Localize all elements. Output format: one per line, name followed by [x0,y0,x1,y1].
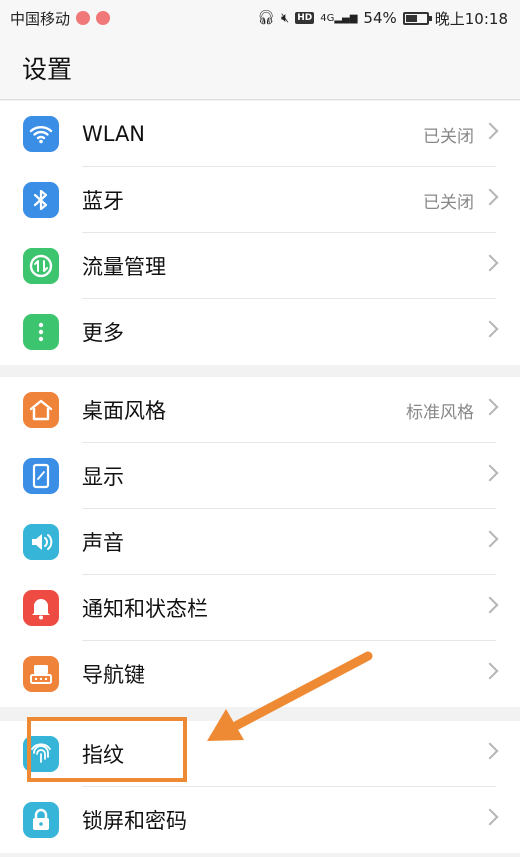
settings-row-data-usage[interactable]: 流量管理 [0,233,520,299]
chevron-right-icon [481,808,499,826]
page-header: 设置 [0,36,520,100]
settings-row-home[interactable]: 桌面风格 标准风格 [0,377,520,443]
settings-row-wifi[interactable]: WLAN 已关闭 [0,101,520,167]
settings-row-label: 流量管理 [82,255,166,279]
clock: 晚上10:18 [434,9,508,28]
display-icon [23,458,59,494]
app-notification-icon [96,11,111,25]
settings-row-label: 更多 [82,321,124,345]
settings-row-label: 桌面风格 [82,399,166,423]
settings-group-connectivity: WLAN 已关闭 蓝牙 已关闭 流量管理 更多 [0,101,520,365]
settings-row-label: 蓝牙 [82,189,124,213]
settings-row-value: 已关闭 [423,126,474,147]
settings-row-display[interactable]: 显示 [0,443,520,509]
settings-group-security: 指纹 锁屏和密码 [0,721,520,853]
settings-row-label: 导航键 [82,663,145,687]
settings-row-navigation-key[interactable]: 导航键 [0,641,520,707]
page-title: 设置 [22,54,73,84]
status-bar: 中国移动 🎧︎ 🔇︎ HD 4G▂▄▆ 54% 晚上10:18 [0,0,520,36]
lock-icon [23,802,59,838]
sound-icon [23,524,59,560]
bell-icon [23,590,59,626]
chevron-right-icon [481,398,499,416]
settings-row-value: 已关闭 [423,192,474,213]
chevron-right-icon [481,742,499,760]
settings-row-bluetooth[interactable]: 蓝牙 已关闭 [0,167,520,233]
chevron-right-icon [481,188,499,206]
settings-row-value: 标准风格 [406,402,474,423]
chevron-right-icon [481,530,499,548]
fingerprint-icon [23,736,59,772]
settings-row-label: 指纹 [82,743,124,767]
wifi-icon [23,116,59,152]
chevron-right-icon [481,596,499,614]
settings-row-label: 显示 [82,465,124,489]
signal-icon: 4G▂▄▆ [320,12,358,24]
hd-icon: HD [295,12,315,24]
settings-row-more[interactable]: 更多 [0,299,520,365]
data-usage-icon [23,248,59,284]
chevron-right-icon [481,320,499,338]
settings-row-label: WLAN [82,122,146,146]
headphone-icon: 🎧︎ [257,10,275,26]
battery-icon [402,11,432,25]
bluetooth-icon [23,182,59,218]
alarm-notification-icon [76,11,91,25]
chevron-right-icon [481,254,499,272]
settings-row-lock[interactable]: 锁屏和密码 [0,787,520,853]
settings-row-bell[interactable]: 通知和状态栏 [0,575,520,641]
chevron-right-icon [481,122,499,140]
settings-row-label: 锁屏和密码 [82,809,187,833]
battery-percent: 54% [363,9,397,27]
more-icon [23,314,59,350]
settings-row-label: 声音 [82,531,124,555]
settings-row-sound[interactable]: 声音 [0,509,520,575]
carrier-label: 中国移动 [10,9,71,28]
settings-row-label: 通知和状态栏 [82,597,208,621]
settings-group-display: 桌面风格 标准风格显示声音通知和状态栏 导航键 [0,377,520,707]
settings-row-fingerprint[interactable]: 指纹 [0,721,520,787]
navigation-key-icon [23,656,59,692]
chevron-right-icon [481,464,499,482]
chevron-right-icon [481,662,499,680]
home-icon [23,392,59,428]
mute-icon: 🔇︎ [281,10,290,26]
